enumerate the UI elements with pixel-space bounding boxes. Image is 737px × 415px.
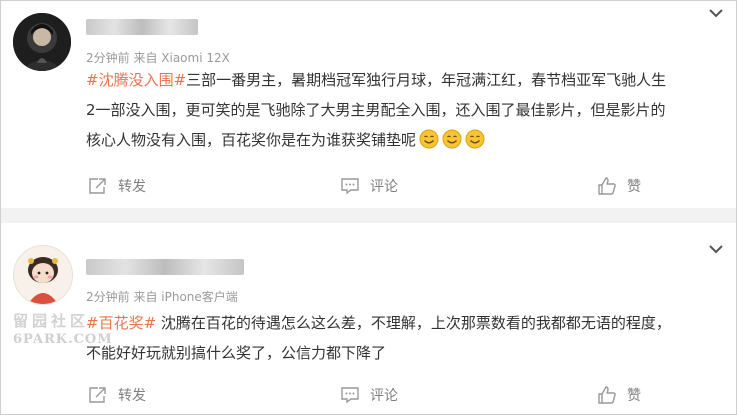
like-label: 赞 bbox=[627, 179, 641, 195]
chevron-down-icon[interactable] bbox=[708, 243, 724, 255]
post-meta: 2分钟前 来自 iPhone客户端 bbox=[86, 290, 238, 304]
share-label: 转发 bbox=[118, 179, 146, 195]
comment-icon bbox=[341, 387, 359, 404]
like-button[interactable]: 赞 bbox=[597, 174, 641, 198]
comment-card: 2分钟前 来自 Xiaomi 12X #沈腾没入围#三部一番男主，暑期档冠军独行… bbox=[1, 1, 736, 208]
smile-emoji bbox=[442, 129, 462, 149]
share-button[interactable]: 转发 bbox=[88, 174, 146, 198]
smile-emoji bbox=[465, 129, 485, 149]
share-label: 转发 bbox=[118, 388, 146, 404]
smile-emoji bbox=[419, 129, 439, 149]
comment-icon bbox=[341, 178, 359, 195]
chevron-down-icon[interactable] bbox=[708, 7, 724, 19]
comment-card: 2分钟前 来自 iPhone客户端 #百花奖# 沈腾在百花的待遇怎么这么差，不理… bbox=[1, 223, 736, 414]
comment-label: 评论 bbox=[370, 179, 398, 195]
share-button[interactable]: 转发 bbox=[88, 383, 146, 407]
avatar[interactable] bbox=[13, 13, 71, 71]
comment-button[interactable]: 评论 bbox=[340, 174, 398, 198]
comment-text: #沈腾没入围#三部一番男主，暑期档冠军独行月球，年冠满江红，春节档亚军飞驰人生 … bbox=[86, 71, 667, 149]
hashtag-link[interactable]: #沈腾没入围# bbox=[86, 71, 186, 89]
share-icon bbox=[89, 178, 106, 194]
action-bar: 转发 评论 赞 bbox=[1, 174, 736, 198]
comment-label: 评论 bbox=[370, 388, 398, 404]
comment-button[interactable]: 评论 bbox=[340, 383, 398, 407]
emoji-group bbox=[416, 129, 485, 149]
card-divider bbox=[1, 208, 736, 223]
share-icon bbox=[89, 387, 106, 403]
username-blurred[interactable] bbox=[86, 259, 244, 275]
comment-text: #百花奖# 沈腾在百花的待遇怎么这么差，不理解，上次那票数看的我都都无语的程度，… bbox=[86, 314, 671, 362]
thumbs-up-icon bbox=[598, 177, 616, 195]
like-label: 赞 bbox=[627, 388, 641, 404]
like-button[interactable]: 赞 bbox=[597, 383, 641, 407]
action-bar: 转发 评论 赞 bbox=[1, 383, 736, 407]
weibo-comments-screenshot: 2分钟前 来自 Xiaomi 12X #沈腾没入围#三部一番男主，暑期档冠军独行… bbox=[0, 0, 737, 415]
post-meta: 2分钟前 来自 Xiaomi 12X bbox=[86, 51, 230, 65]
username-blurred[interactable] bbox=[86, 19, 198, 35]
watermark: 留园社区 6PARK.COM bbox=[13, 312, 113, 347]
avatar[interactable] bbox=[13, 245, 73, 305]
thumbs-up-icon bbox=[598, 386, 616, 404]
